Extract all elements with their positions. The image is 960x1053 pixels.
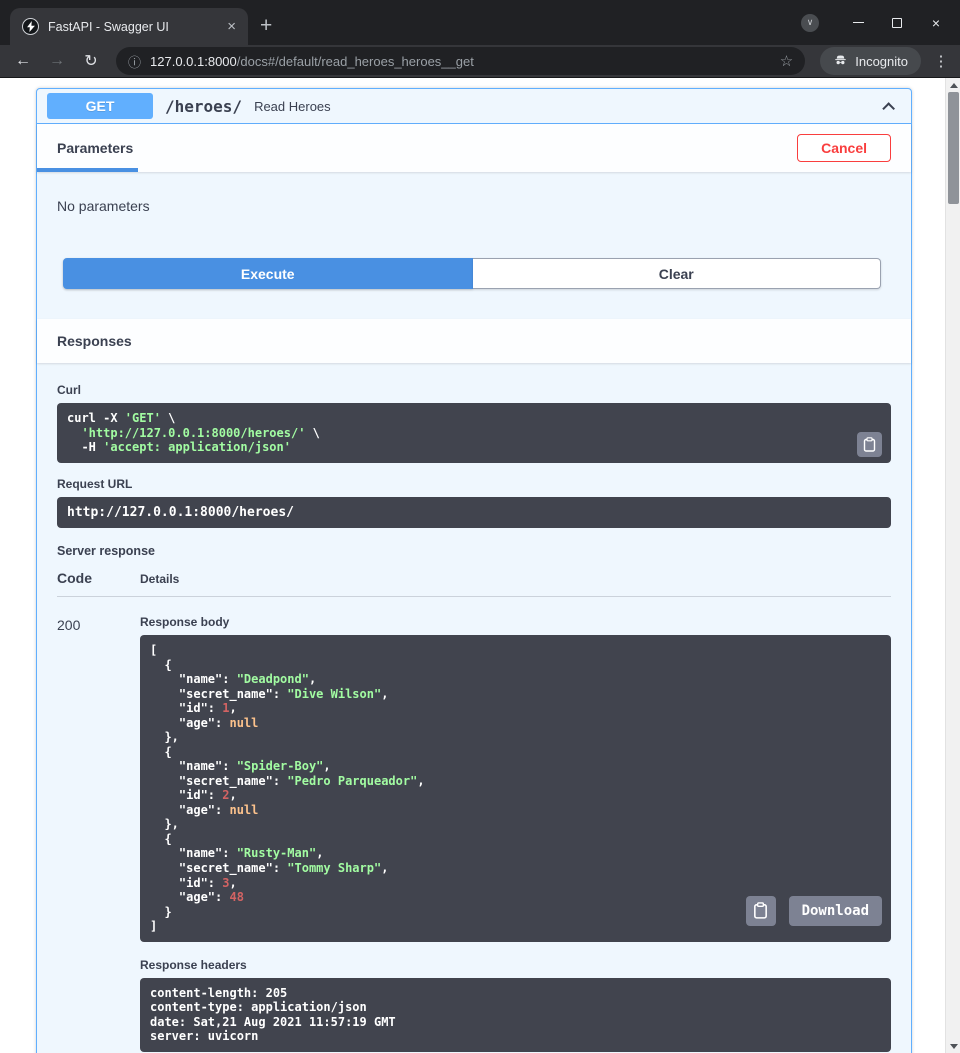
new-tab-button[interactable]: + — [260, 15, 272, 36]
responses-header: Responses — [37, 319, 911, 363]
address-bar[interactable]: ⓘ 127.0.0.1:8000/docs#/default/read_hero… — [116, 47, 805, 75]
response-headers-label: Response headers — [140, 958, 891, 972]
tab-close-icon[interactable]: × — [223, 17, 240, 36]
browser-toolbar: ← → ↻ ⓘ 127.0.0.1:8000/docs#/default/rea… — [0, 45, 960, 78]
copy-curl-button[interactable] — [857, 432, 882, 457]
request-url-label: Request URL — [57, 477, 891, 491]
window-controls: ∨ × — [801, 0, 960, 45]
maximize-button[interactable] — [885, 11, 909, 35]
scroll-up-button[interactable] — [946, 78, 960, 92]
clipboard-icon — [753, 902, 768, 919]
active-tab-underline — [37, 168, 138, 172]
request-url-block: http://127.0.0.1:8000/heroes/ — [57, 497, 891, 529]
forward-button[interactable]: → — [42, 52, 72, 70]
response-status-code: 200 — [57, 615, 140, 1051]
swagger-page: GET /heroes/ Read Heroes Parameters Canc… — [0, 78, 960, 1053]
no-parameters-text: No parameters — [37, 172, 911, 258]
download-button[interactable]: Download — [789, 896, 882, 926]
execute-row: Execute Clear — [37, 258, 911, 289]
url-text: 127.0.0.1:8000/docs#/default/read_heroes… — [150, 54, 771, 69]
server-response-label: Server response — [57, 544, 891, 558]
response-body-block: Download [ { "name": "Deadpond", "secret… — [140, 635, 891, 941]
response-details: Response body Download [ { "name": "Dead… — [140, 615, 891, 1051]
response-body-label: Response body — [140, 615, 891, 629]
incognito-label: Incognito — [855, 54, 908, 69]
curl-label: Curl — [57, 383, 891, 397]
code-column-header: Code — [57, 570, 140, 586]
responses-title: Responses — [57, 333, 132, 349]
page-scrollbar[interactable] — [945, 78, 960, 1053]
curl-code-block: curl -X 'GET' \ 'http://127.0.0.1:8000/h… — [57, 403, 891, 463]
opblock-summary[interactable]: GET /heroes/ Read Heroes — [37, 89, 911, 124]
window-close-button[interactable]: × — [924, 11, 948, 35]
incognito-icon — [833, 52, 848, 70]
endpoint-path: /heroes/ — [165, 97, 242, 116]
endpoint-summary: Read Heroes — [254, 99, 876, 114]
bookmark-star-icon[interactable]: ☆ — [780, 52, 793, 70]
copy-response-button[interactable] — [746, 896, 776, 926]
scroll-down-button[interactable] — [946, 1039, 960, 1053]
clear-button[interactable]: Clear — [473, 258, 882, 289]
collapse-button[interactable] — [876, 96, 897, 117]
cancel-button[interactable]: Cancel — [797, 134, 891, 162]
response-headers-block: content-length: 205content-type: applica… — [140, 978, 891, 1052]
opblock-get-heroes: GET /heroes/ Read Heroes Parameters Canc… — [36, 88, 912, 1053]
url-host: 127.0.0.1:8000 — [150, 54, 237, 69]
response-body-controls: Download — [746, 896, 882, 926]
response-table-header: Code Details — [57, 570, 891, 597]
details-column-header: Details — [140, 572, 179, 586]
browser-tab[interactable]: FastAPI - Swagger UI × — [10, 8, 248, 45]
menu-kebab-icon[interactable]: ⋮ — [930, 52, 952, 70]
url-path: /docs#/default/read_heroes_heroes__get — [237, 54, 474, 69]
execute-button[interactable]: Execute — [63, 258, 473, 289]
browser-titlebar: FastAPI - Swagger UI × + ∨ × — [0, 0, 960, 45]
browser-window: FastAPI - Swagger UI × + ∨ × ← → ↻ ⓘ 127… — [0, 0, 960, 1053]
back-button[interactable]: ← — [8, 52, 38, 70]
scroll-down-arrow-icon — [950, 1044, 958, 1049]
tab-search-button[interactable]: ∨ — [801, 14, 819, 32]
maximize-icon — [892, 18, 902, 28]
clipboard-icon — [863, 437, 876, 452]
tab-title: FastAPI - Swagger UI — [48, 20, 214, 34]
fastapi-favicon-icon — [22, 18, 39, 35]
incognito-badge: Incognito — [820, 47, 921, 75]
scrollbar-thumb[interactable] — [948, 92, 959, 204]
method-badge: GET — [47, 93, 153, 119]
responses-section: Curl curl -X 'GET' \ 'http://127.0.0.1:8… — [37, 363, 911, 1053]
minimize-button[interactable] — [846, 11, 870, 35]
response-row-200: 200 Response body Download [ { "name": "… — [57, 597, 891, 1051]
site-info-icon[interactable]: ⓘ — [128, 52, 141, 71]
parameters-title: Parameters — [57, 140, 133, 156]
chevron-up-icon — [882, 102, 895, 115]
parameters-header: Parameters Cancel — [37, 124, 911, 172]
reload-button[interactable]: ↻ — [76, 51, 106, 71]
minimize-icon — [853, 22, 864, 24]
scroll-up-arrow-icon — [950, 83, 958, 88]
